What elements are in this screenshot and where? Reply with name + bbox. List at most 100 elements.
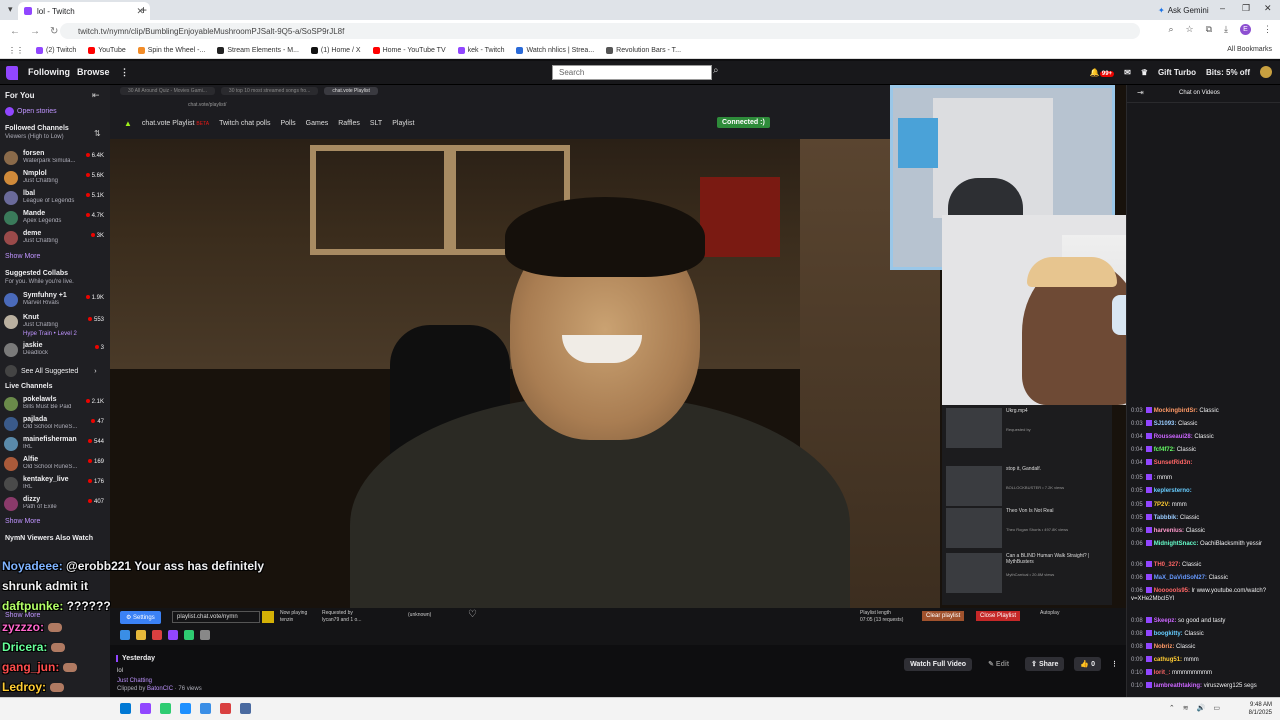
bookmark-favicon-icon <box>457 46 465 54</box>
channel-name: dizzy <box>23 496 41 503</box>
browse-link[interactable]: Browse <box>77 67 110 77</box>
channel-item-nmplol[interactable]: Nmplol Just Chatting 5.6K <box>4 169 108 187</box>
search-input[interactable]: Search <box>552 65 712 80</box>
search-icon[interactable]: ⌕ <box>713 65 727 80</box>
collapse-sidebar-icon[interactable]: ⇤ <box>92 90 100 101</box>
watch-full-video-button[interactable]: Watch Full Video <box>904 657 973 671</box>
app-icon[interactable] <box>240 703 251 714</box>
download-icon[interactable]: ⤓ <box>1224 24 1228 35</box>
ask-gemini-button[interactable]: ✦ Ask Gemini <box>1152 3 1215 17</box>
bookmark-item[interactable]: kek - Twitch <box>457 46 504 54</box>
channel-item-forsen[interactable]: forsen Waterpark Simula... 6.4K <box>4 149 108 167</box>
stories-icon <box>5 107 14 116</box>
url-field[interactable]: twitch.tv/nymn/clip/BumblingEnjoyableMus… <box>60 23 1140 39</box>
bits-offer-button[interactable]: Bits: 5% off <box>1206 68 1250 77</box>
like-button[interactable]: 👍 0 <box>1074 657 1101 671</box>
minimize-icon[interactable]: – <box>1220 3 1225 13</box>
see-all-suggested-button[interactable]: See All Suggested › <box>5 365 97 377</box>
channel-item-pajlada[interactable]: pajlada Old School RuneS... 47 <box>4 415 108 433</box>
bookmark-item[interactable]: Watch nhlics | Strea... <box>516 46 594 54</box>
whispers-icon[interactable]: ✉ <box>1124 68 1131 77</box>
notifications-icon[interactable]: 🔔 99+ <box>1090 68 1115 77</box>
app-icon[interactable] <box>180 703 191 714</box>
show-more-live[interactable]: Show More <box>5 518 40 525</box>
chat-message: 0:08 Skeepz: so good and tasty <box>1131 617 1226 624</box>
new-tab-button[interactable]: + <box>140 3 147 17</box>
share-button[interactable]: ⇪ Share <box>1025 657 1065 671</box>
bookmark-item[interactable]: (2) Twitch <box>36 46 76 54</box>
battery-icon[interactable]: ▭ <box>1213 704 1220 712</box>
app-icon[interactable] <box>160 703 171 714</box>
bookmark-star-icon[interactable]: ☆ <box>1186 24 1194 35</box>
bookmark-item[interactable]: Home - YouTube TV <box>372 46 446 54</box>
chatvote-title: chat.vote Playlist BETA <box>141 119 210 127</box>
back-icon[interactable]: ← <box>10 26 20 37</box>
browser-tab-active[interactable]: lol - Twitch ✕ <box>18 2 150 20</box>
red-box <box>700 177 780 257</box>
channel-item-kentakey[interactable]: kentakey_live IRL 176 <box>4 475 108 493</box>
bookmark-item[interactable]: YouTube <box>88 46 126 54</box>
playlist-thumb <box>946 553 1002 593</box>
edit-button[interactable]: ✎ Edit <box>982 657 1015 671</box>
playlist-item: stop it, Gandalf. BOLLOCKBUSTER • 7.2K vi… <box>942 463 1112 509</box>
zoom-icon[interactable]: ⌕ <box>1168 24 1173 35</box>
bookmark-item[interactable]: Stream Elements - M... <box>217 46 299 54</box>
gift-turbo-button[interactable]: Gift Turbo <box>1158 68 1196 77</box>
open-stories-button[interactable]: Open stories <box>5 107 57 116</box>
clip-category-link[interactable]: Just Chatting <box>117 678 152 684</box>
following-link[interactable]: Following <box>28 67 70 77</box>
playlist-thumb <box>946 466 1002 506</box>
chevron-up-icon[interactable]: ⌃ <box>1169 704 1175 712</box>
app-icon[interactable] <box>140 703 151 714</box>
os-clock[interactable]: 9:48 AM 8/1/2025 <box>1249 701 1272 717</box>
app-icon[interactable] <box>220 703 231 714</box>
windows-start-icon[interactable] <box>120 703 131 714</box>
maximize-icon[interactable]: ❐ <box>1242 3 1250 14</box>
channel-item-dizzy[interactable]: dizzy Path of Exile 407 <box>4 495 108 513</box>
show-more-followed[interactable]: Show More <box>5 253 40 260</box>
extensions-icon[interactable]: ⧉ <box>1206 24 1212 35</box>
playlist-thumb <box>946 408 1002 448</box>
more-menu-icon[interactable]: ⋮ <box>120 67 129 78</box>
avatar <box>4 171 18 185</box>
apps-icon[interactable]: ⋮⋮ <box>8 46 24 55</box>
wifi-icon[interactable]: ≋ <box>1183 704 1189 712</box>
show-more-also-watch[interactable]: Show More <box>5 612 40 619</box>
channel-item-pokelawls[interactable]: pokelawls Bills Must Be Paid 2.1K <box>4 395 108 413</box>
channel-item-mainefisherman[interactable]: mainefisherman IRL 544 <box>4 435 108 453</box>
bookmark-favicon-icon <box>217 46 225 54</box>
menu-icon[interactable]: ⋮ <box>1263 24 1272 35</box>
channel-item-alfie[interactable]: Alfie Old School RuneS... 169 <box>4 455 108 473</box>
channel-item-mande[interactable]: Mande Apex Legends 4.7K <box>4 209 108 227</box>
channel-item-knut[interactable]: Knut Just Chatting 553 <box>4 313 108 331</box>
twitch-avatar[interactable] <box>1260 66 1272 78</box>
bookmark-item[interactable]: Spin the Wheel -... <box>137 46 205 54</box>
channel-item-deme[interactable]: deme Just Chatting 3K <box>4 229 108 247</box>
more-options-icon[interactable]: ⋮ <box>1111 660 1118 668</box>
clip-title: lol <box>117 668 124 674</box>
app-icon[interactable] <box>200 703 211 714</box>
tab-search-icon[interactable]: ▾ <box>8 4 13 15</box>
speaker-icon[interactable]: 🔊 <box>1197 704 1206 712</box>
crown-icon[interactable]: ♛ <box>1141 68 1148 77</box>
viewer-count: 544 <box>88 439 104 445</box>
avatar <box>4 477 18 491</box>
profile-avatar[interactable]: E <box>1240 24 1251 35</box>
close-window-icon[interactable]: ✕ <box>1264 3 1272 14</box>
avatar <box>4 437 18 451</box>
forward-icon[interactable]: → <box>30 26 40 37</box>
for-you-heading: For You <box>5 91 35 100</box>
channel-item-lbal[interactable]: lbal League of Legends 5.1K <box>4 189 108 207</box>
bookmark-item[interactable]: Revolution Bars - T... <box>606 46 681 54</box>
reload-icon[interactable]: ↻ <box>50 26 58 37</box>
sort-icon[interactable]: ⇅ <box>94 129 101 138</box>
collapse-chat-icon[interactable]: ⇥ <box>1137 88 1144 97</box>
channel-item-jaskie[interactable]: jaskie Deadlock 3 <box>4 341 108 359</box>
all-bookmarks-button[interactable]: All Bookmarks <box>1227 46 1272 53</box>
channel-game: Marvel Rivals <box>23 300 60 306</box>
twitch-logo-icon[interactable] <box>6 66 18 80</box>
channel-item-symfuhny[interactable]: Symfuhny +1 Marvel Rivals 1.9K <box>4 291 108 309</box>
clipper-link[interactable]: BatonCIC <box>147 686 173 692</box>
see-all-label: See All Suggested <box>21 367 79 375</box>
bookmark-item[interactable]: (1) Home / X <box>310 46 361 54</box>
